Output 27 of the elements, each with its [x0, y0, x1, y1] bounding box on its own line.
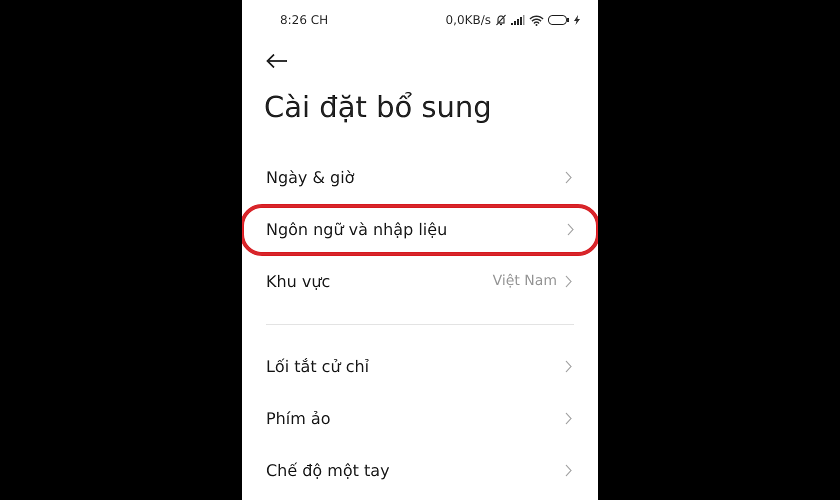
settings-item[interactable]: Lối tắt cử chỉ: [242, 340, 598, 392]
item-label: Ngôn ngữ và nhập liệu: [266, 218, 448, 240]
status-time: 8:26 CH: [280, 12, 328, 29]
settings-item[interactable]: Ngôn ngữ và nhập liệu: [242, 204, 598, 256]
item-label: Phím ảo: [266, 408, 330, 430]
item-label: Ngày & giờ: [266, 166, 354, 188]
chevron-right-icon: [565, 275, 572, 288]
settings-item[interactable]: Khu vực Việt Nam: [242, 256, 598, 308]
item-label: Lối tắt cử chỉ: [266, 356, 370, 378]
battery-icon: [548, 15, 570, 25]
page-title: Cài đặt bổ sung: [263, 89, 493, 126]
chevron-right-icon: [565, 412, 572, 425]
chevron-right-icon: [565, 171, 572, 184]
wifi-icon: [529, 14, 544, 26]
chevron-right-icon: [567, 223, 574, 236]
signal-icon: [511, 15, 525, 25]
settings-item[interactable]: Chế độ một tay: [242, 444, 598, 496]
chevron-right-icon: [565, 360, 572, 373]
item-label: Khu vực: [266, 270, 330, 292]
item-value: Việt Nam: [492, 272, 557, 291]
muted-bell-icon: [495, 14, 507, 26]
chevron-right-icon: [565, 464, 572, 477]
item-label: Chế độ một tay: [266, 460, 390, 482]
settings-item[interactable]: Ngày & giờ: [242, 152, 598, 204]
back-arrow-icon[interactable]: [266, 52, 288, 69]
settings-item[interactable]: Phím ảo: [242, 392, 598, 444]
network-speed: 0,0KB/s: [446, 12, 491, 29]
